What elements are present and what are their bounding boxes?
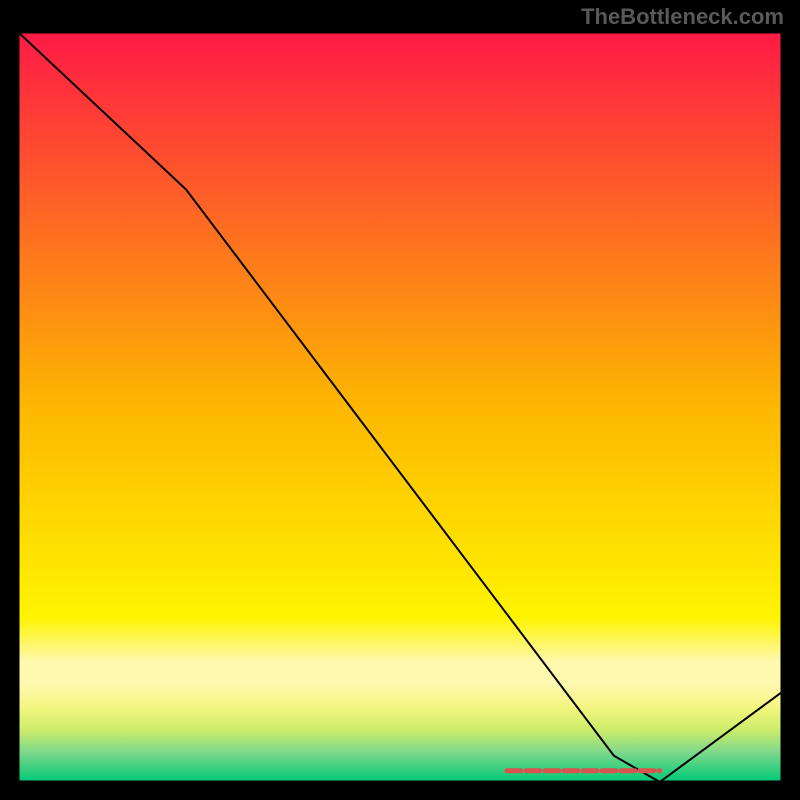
chart-container: TheBottleneck.com: [0, 0, 800, 800]
attribution-text: TheBottleneck.com: [581, 4, 784, 30]
bottleneck-chart: [0, 0, 800, 800]
plot-background: [18, 32, 782, 782]
